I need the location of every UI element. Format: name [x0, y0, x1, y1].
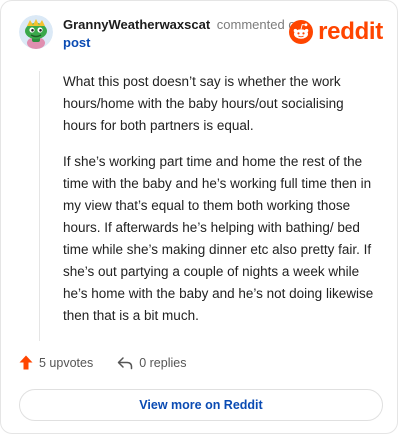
comment-paragraph: What this post doesn’t say is whether th… [63, 74, 344, 133]
upvote-arrow-icon [19, 355, 33, 370]
reddit-logo-icon [289, 20, 314, 44]
upvotes-label: 5 upvotes [39, 355, 94, 370]
snoo-avatar-icon [19, 15, 53, 49]
reddit-wordmark: reddit [318, 18, 383, 45]
comment-header: GrannyWeatherwaxscat commented on post r… [19, 15, 383, 55]
username-link[interactable]: GrannyWeatherwaxscat [63, 17, 210, 32]
reddit-comment-card: GrannyWeatherwaxscat commented on post r… [0, 0, 398, 434]
avatar[interactable] [19, 15, 53, 49]
comment-footer: 5 upvotes 0 replies [19, 355, 186, 370]
comment-meta: GrannyWeatherwaxscat commented on post [63, 16, 303, 52]
reddit-brand[interactable]: reddit [289, 18, 383, 46]
post-link[interactable]: post [63, 34, 303, 52]
view-more-button[interactable]: View more on Reddit [19, 389, 383, 421]
comment-body: What this post doesn’t say is whether th… [39, 71, 377, 341]
meta-line: GrannyWeatherwaxscat commented on [63, 16, 303, 34]
replies-stat[interactable]: 0 replies [117, 356, 186, 370]
reply-arrow-icon [117, 356, 133, 369]
replies-label: 0 replies [139, 355, 187, 370]
comment-paragraph: If she’s working part time and home the … [63, 154, 374, 323]
upvote-stat[interactable]: 5 upvotes [19, 355, 93, 370]
